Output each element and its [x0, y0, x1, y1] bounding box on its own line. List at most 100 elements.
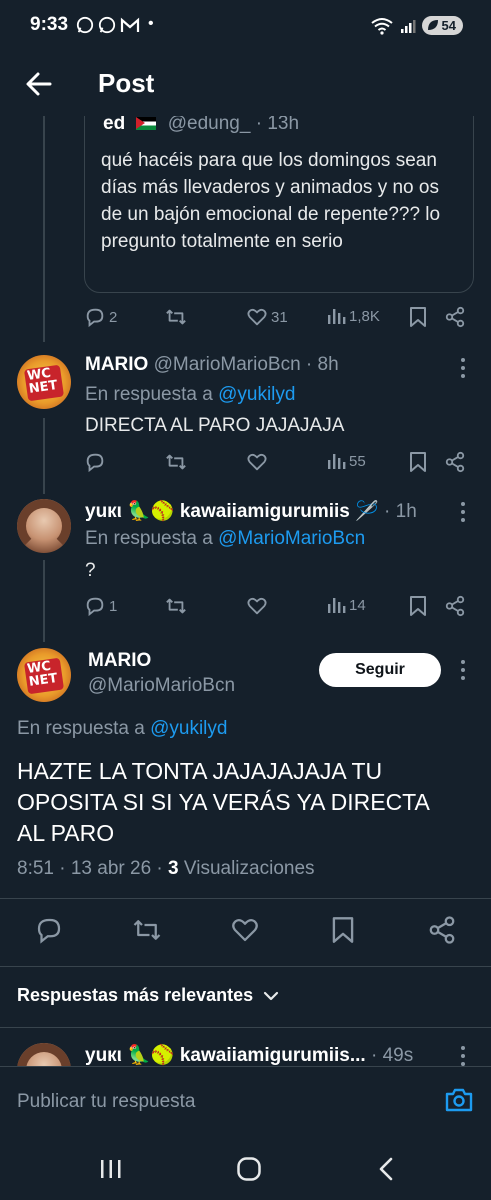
more-options-button[interactable] — [460, 502, 466, 524]
repost-button[interactable] — [164, 451, 188, 473]
heart-icon — [247, 453, 267, 471]
status-dot: • — [148, 15, 154, 32]
reply-author[interactable]: yuкι 🦜🥎 kawaiiamigurumiis 🪡 · 1h — [85, 499, 417, 523]
post-actions: 55 — [84, 451, 469, 477]
share-icon — [445, 451, 465, 473]
reply-icon — [37, 918, 61, 944]
views-button[interactable]: 14 — [326, 595, 366, 615]
reply-input[interactable]: Publicar tu respuesta — [17, 1091, 196, 1113]
wifi-icon — [370, 17, 393, 35]
post-actions: 1 14 — [84, 595, 469, 621]
share-icon — [445, 595, 465, 617]
quoted-author-handle: @edung_ — [167, 113, 251, 134]
share-button[interactable] — [444, 595, 466, 617]
share-icon — [445, 306, 465, 328]
more-options-button[interactable] — [460, 660, 466, 682]
reply-icon — [86, 308, 104, 328]
divider — [0, 1027, 491, 1028]
camera-button[interactable] — [445, 1087, 473, 1113]
arrow-left-icon — [26, 72, 52, 96]
quoted-post[interactable]: ed @edung_ · 13h qué hacéis para que los… — [84, 96, 474, 293]
bookmark-button[interactable] — [330, 915, 356, 945]
avatar[interactable]: WC NET — [17, 648, 71, 702]
back-button[interactable] — [22, 67, 56, 101]
reply-author[interactable]: yuкι 🦜🥎 kawaiiamigurumiis... · 49s — [85, 1043, 413, 1067]
post-time: 1h — [395, 501, 417, 522]
bookmark-button[interactable] — [408, 595, 428, 617]
reply-icon — [86, 597, 104, 617]
heart-icon — [232, 919, 258, 942]
views-button[interactable]: 1,8K — [326, 306, 380, 326]
quoted-post-time: 13h — [267, 113, 300, 134]
reply-count: 2 — [109, 308, 118, 326]
follow-button[interactable]: Seguir — [319, 653, 441, 687]
divider — [0, 966, 491, 967]
status-bar: 9:33 • 54 — [0, 0, 491, 52]
views-count: 14 — [349, 596, 366, 614]
share-button[interactable] — [444, 451, 466, 473]
recent-apps-button[interactable] — [99, 1158, 123, 1180]
reply-composer[interactable]: Publicar tu respuesta — [0, 1066, 491, 1136]
views-button[interactable]: 55 — [326, 451, 366, 471]
views-label[interactable]: Visualizaciones — [184, 858, 315, 879]
more-options-button[interactable] — [460, 1046, 466, 1068]
bookmark-button[interactable] — [408, 306, 428, 328]
whatsapp-icon — [98, 16, 116, 34]
battery-saver-icon — [427, 20, 438, 30]
author-name: yuкι 🦜🥎 kawaiiamigurumiis 🪡 — [85, 501, 379, 522]
divider — [0, 898, 491, 899]
post-time: 49s — [382, 1045, 414, 1066]
avatar-logo: WC NET — [26, 365, 59, 397]
bookmark-button[interactable] — [408, 451, 428, 473]
views-icon — [328, 598, 346, 613]
in-reply-to: En respuesta a @MarioMarioBcn — [85, 528, 366, 549]
bookmark-icon — [410, 307, 426, 327]
mention-link[interactable]: @MarioMarioBcn — [218, 528, 365, 549]
views-count: 55 — [349, 452, 366, 470]
avatar[interactable]: WC NET — [17, 355, 71, 409]
repost-icon — [166, 309, 186, 325]
system-navigation-bar — [0, 1136, 491, 1200]
sort-replies-dropdown[interactable]: Respuestas más relevantes — [17, 985, 279, 1006]
gmail-icon — [120, 17, 140, 32]
like-button[interactable] — [230, 915, 260, 945]
system-back-button[interactable] — [377, 1156, 395, 1182]
reply-author[interactable]: MARIO @MarioMarioBcn · 8h — [85, 354, 339, 376]
thread-line — [43, 560, 45, 642]
repost-button[interactable] — [131, 915, 163, 945]
share-button[interactable] — [427, 915, 457, 945]
reply-button[interactable]: 1 — [84, 595, 117, 617]
reply-button[interactable] — [84, 451, 106, 473]
reply-text: DIRECTA AL PARO JAJAJAJA — [85, 415, 345, 436]
more-options-button[interactable] — [460, 358, 466, 380]
post-datetime: 8:51 · 13 abr 26 · — [17, 858, 169, 879]
like-button[interactable]: 31 — [246, 306, 288, 328]
in-reply-to: En respuesta a @yukilyd — [17, 718, 228, 739]
top-app-bar: Post — [0, 52, 491, 116]
main-post-author-handle[interactable]: @MarioMarioBcn — [88, 675, 235, 697]
reply-button[interactable] — [34, 915, 64, 945]
repost-icon — [133, 920, 161, 940]
camera-icon — [445, 1088, 473, 1112]
reply-button[interactable]: 2 — [84, 306, 117, 328]
share-icon — [429, 916, 455, 944]
repost-button[interactable] — [164, 306, 188, 328]
avatar-logo: WC NET — [26, 658, 59, 690]
share-button[interactable] — [444, 306, 466, 328]
in-reply-to: En respuesta a @yukilyd — [85, 384, 296, 405]
like-button[interactable] — [246, 595, 268, 617]
bookmark-icon — [410, 596, 426, 616]
recent-apps-icon — [101, 1160, 121, 1178]
like-button[interactable] — [246, 451, 268, 473]
mention-link[interactable]: @yukilyd — [150, 718, 227, 739]
repost-button[interactable] — [164, 595, 188, 617]
whatsapp-icon — [76, 16, 94, 34]
home-button[interactable] — [236, 1156, 262, 1182]
main-post-text: HAZTE LA TONTA JAJAJAJAJA TU OPOSITA SI … — [17, 758, 429, 846]
thread-line — [43, 418, 45, 494]
mention-link[interactable]: @yukilyd — [218, 384, 295, 405]
sort-label: Respuestas más relevantes — [17, 985, 254, 1005]
main-post-author-name[interactable]: MARIO — [88, 650, 151, 672]
avatar[interactable] — [17, 499, 71, 553]
bookmark-icon — [410, 452, 426, 472]
